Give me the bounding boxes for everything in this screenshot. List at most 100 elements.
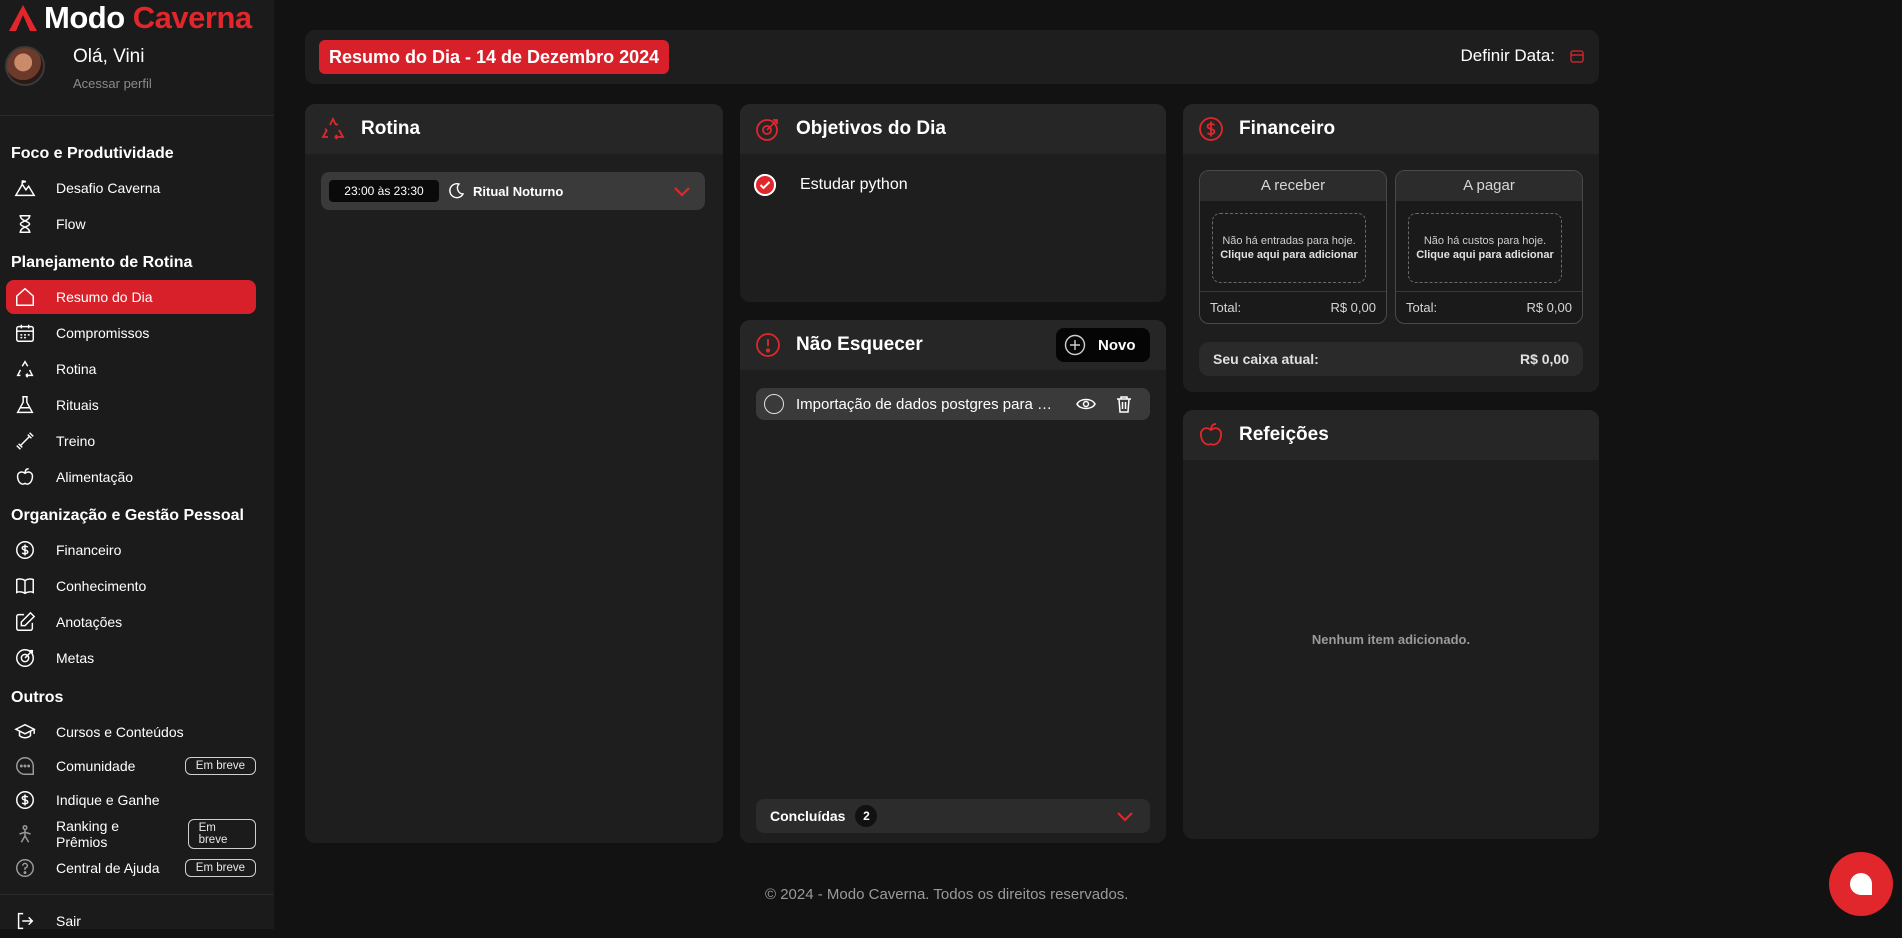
total-value: R$ 0,00 (1330, 300, 1376, 315)
chat-button[interactable] (1829, 852, 1893, 916)
brand-part1: Modo (44, 0, 125, 35)
apple-icon (16, 468, 34, 485)
soon-badge: Em breve (184, 859, 256, 877)
sidebar-item-label: Conhecimento (56, 578, 147, 594)
set-date[interactable]: Definir Data: (1461, 46, 1585, 66)
profile[interactable]: Olá, Vini Acessar perfil (5, 46, 152, 91)
sidebar-item-rituais[interactable]: Rituais (6, 388, 256, 422)
trash-icon[interactable] (1114, 394, 1134, 414)
card-title: Não Esquecer (796, 334, 923, 355)
calendar-icon[interactable] (1569, 48, 1585, 64)
section-organizacao: Organização e Gestão Pessoal (11, 507, 244, 524)
routine-entry[interactable]: 23:00 às 23:30 Ritual Noturno (321, 172, 705, 210)
routine-card: Rotina (305, 104, 723, 843)
sidebar-item-label: Rituais (56, 397, 99, 413)
card-title: Financeiro (1239, 118, 1336, 139)
sidebar-item-label: Financeiro (56, 542, 122, 558)
sidebar-item-flow[interactable]: Flow (6, 207, 256, 241)
section-outros: Outros (11, 689, 64, 706)
finance-card: Financeiro A receber Não há entradas par… (1183, 104, 1599, 392)
sidebar-item-conhecimento[interactable]: Conhecimento (6, 569, 256, 603)
chevron-down-icon[interactable] (671, 180, 693, 202)
brand-name: Modo Caverna (44, 0, 252, 36)
apple-icon (1200, 423, 1222, 446)
greeting: Olá, Vini (73, 46, 145, 67)
sidebar-item-cursos[interactable]: Cursos e Conteúdos (6, 715, 256, 749)
plus-icon (1064, 334, 1086, 356)
completed-count: 2 (855, 805, 878, 827)
total-label: Total: (1210, 300, 1242, 315)
sidebar-item-comunidade[interactable]: Comunidade Em breve (6, 749, 256, 783)
goal-item[interactable]: Estudar python (754, 174, 908, 196)
sidebar-item-treino[interactable]: Treino (6, 424, 256, 458)
new-reminder-button[interactable]: Novo (1056, 328, 1150, 362)
profile-link[interactable]: Acessar perfil (73, 76, 152, 91)
sidebar-item-metas[interactable]: Metas (6, 641, 256, 675)
goal-label: Estudar python (800, 176, 908, 193)
payables-total: Total: R$ 0,00 (1396, 291, 1582, 323)
sidebar-item-sair[interactable]: Sair (6, 904, 256, 938)
time-badge: 23:00 às 23:30 (329, 180, 439, 202)
add-link[interactable]: Clique aqui para adicionar (1416, 248, 1554, 262)
routine-name: Ritual Noturno (473, 183, 564, 199)
receivables-title: A receber (1200, 171, 1386, 201)
sidebar-item-label: Flow (56, 216, 86, 232)
target-icon (756, 119, 778, 141)
sidebar-item-desafio-caverna[interactable]: Desafio Caverna (6, 171, 256, 205)
add-receivable-button[interactable]: Não há entradas para hoje. Clique aqui p… (1212, 213, 1366, 283)
goals-card-header: Objetivos do Dia (740, 104, 1166, 154)
hourglass-icon (19, 215, 31, 233)
page-title: Resumo do Dia - 14 de Dezembro 2024 (319, 40, 670, 74)
add-link[interactable]: Clique aqui para adicionar (1220, 248, 1358, 262)
reminders-card: Não Esquecer Novo Importação de dados po… (740, 320, 1166, 843)
target-icon (16, 649, 34, 667)
brand[interactable]: Modo Caverna (8, 0, 252, 36)
sidebar-item-resumo-do-dia[interactable]: Resumo do Dia (6, 280, 256, 314)
reminders-card-header: Não Esquecer Novo (740, 320, 1166, 370)
day-header: Resumo do Dia - 14 de Dezembro 2024 Defi… (305, 30, 1599, 84)
current-balance: Seu caixa atual: R$ 0,00 (1199, 342, 1583, 376)
add-payable-button[interactable]: Não há custos para hoje. Clique aqui par… (1408, 213, 1562, 283)
sidebar-item-label: Alimentação (56, 469, 134, 485)
finance-card-header: Financeiro (1183, 104, 1599, 154)
flask-icon (16, 396, 34, 414)
divider (0, 115, 274, 116)
sidebar-item-alimentacao[interactable]: Alimentação (6, 460, 256, 494)
sidebar-item-label: Sair (56, 913, 81, 929)
eye-icon[interactable] (1076, 394, 1096, 414)
edit-icon (16, 611, 36, 631)
sidebar: Modo Caverna Olá, Vini Acessar perfil Fo… (0, 0, 274, 930)
total-value: R$ 0,00 (1526, 300, 1572, 315)
chevron-down-icon[interactable] (1114, 805, 1136, 827)
chat-icon (16, 757, 34, 775)
meals-empty-message: Nenhum item adicionado. (1311, 632, 1471, 647)
soon-badge: Em breve (184, 757, 256, 775)
receivables-box: A receber Não há entradas para hoje. Cli… (1199, 170, 1387, 324)
sidebar-item-label: Desafio Caverna (56, 180, 161, 196)
sidebar-item-financeiro[interactable]: Financeiro (6, 533, 256, 567)
card-title: Refeições (1239, 424, 1329, 445)
completed-label: Concluídas (770, 808, 846, 824)
sidebar-item-label: Compromissos (56, 325, 150, 341)
avatar[interactable] (5, 46, 45, 86)
dollar-icon (16, 791, 34, 809)
balance-value: R$ 0,00 (1519, 351, 1569, 367)
help-icon (16, 859, 34, 877)
divider (0, 894, 274, 895)
sidebar-item-compromissos[interactable]: Compromissos (6, 316, 256, 350)
meals-card-header: Refeições (1183, 410, 1599, 460)
graduation-cap-icon (14, 723, 36, 739)
completed-toggle[interactable]: Concluídas 2 (756, 799, 1150, 833)
unchecked-icon[interactable] (764, 394, 784, 414)
sidebar-item-anotacoes[interactable]: Anotações (6, 605, 256, 639)
empty-text: Não há custos para hoje. (1423, 235, 1547, 247)
checked-icon[interactable] (754, 174, 776, 196)
sidebar-item-indique-e-ganhe[interactable]: Indique e Ganhe (6, 783, 256, 817)
sidebar-item-ranking[interactable]: Ranking e Prêmios Em breve (6, 817, 256, 851)
sidebar-item-rotina[interactable]: Rotina (6, 352, 256, 386)
card-title: Rotina (361, 118, 421, 139)
routine-card-header: Rotina (305, 104, 723, 154)
sidebar-item-central-de-ajuda[interactable]: Central de Ajuda Em breve (6, 851, 256, 885)
home-icon (16, 287, 34, 306)
reminder-item[interactable]: Importação de dados postgres para m... (756, 388, 1150, 420)
